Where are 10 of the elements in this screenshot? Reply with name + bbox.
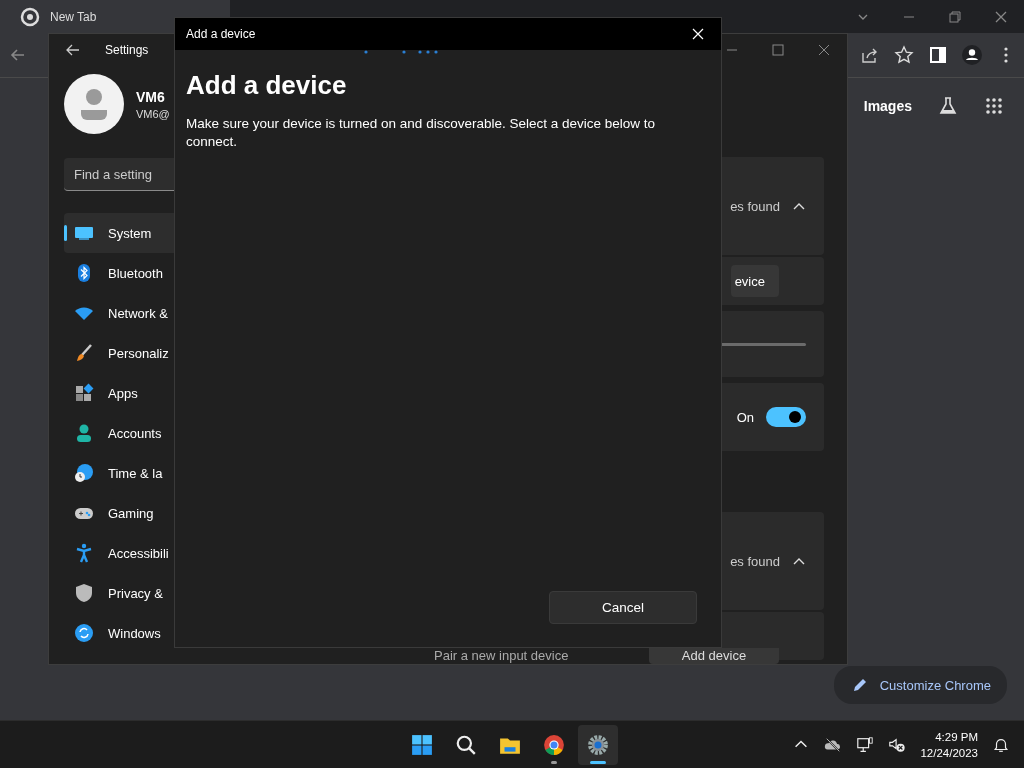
- status-text: es found: [730, 198, 780, 214]
- user-name: VM6: [136, 88, 166, 105]
- dialog-heading: Add a device: [186, 70, 348, 101]
- setting-label: Pair a new input device: [434, 648, 569, 664]
- user-email: VM6@: [136, 107, 170, 120]
- status-text: es found: [730, 553, 780, 569]
- dialog-description: Make sure your device is turned on and discoverable. Select a device below to connect.: [186, 115, 656, 151]
- toggle-label: On: [736, 409, 754, 425]
- tab-title: New Tab: [50, 9, 97, 24]
- window-title: Settings: [105, 43, 149, 57]
